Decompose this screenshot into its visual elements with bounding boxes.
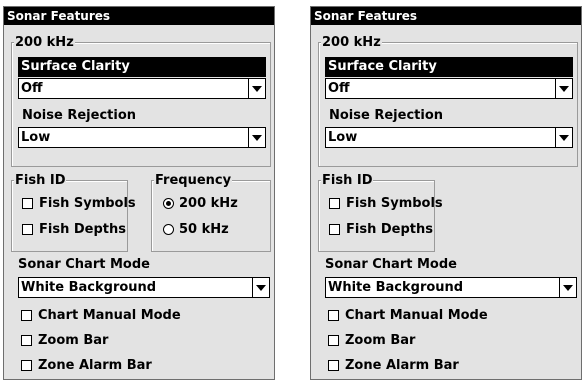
chart-manual-mode-checkbox[interactable]: Chart Manual Mode	[21, 308, 181, 324]
checkbox-icon[interactable]	[22, 198, 33, 209]
freq-200khz-radio[interactable]: 200 kHz	[162, 196, 238, 212]
checkbox-icon[interactable]	[329, 198, 340, 209]
checkbox-icon[interactable]	[22, 224, 33, 235]
fish-symbols-label: Fish Symbols	[39, 196, 136, 211]
noise-rejection-dropdown[interactable]: Low	[18, 127, 266, 148]
fish-symbols-label: Fish Symbols	[346, 196, 443, 211]
fish-depths-checkbox[interactable]: Fish Depths	[22, 222, 126, 238]
surface-clarity-dropdown[interactable]: Off	[325, 78, 573, 99]
checkbox-icon[interactable]	[328, 335, 339, 346]
fish-depths-label: Fish Depths	[346, 222, 433, 237]
sonar-chart-mode-dropdown[interactable]: White Background	[325, 277, 577, 298]
zone-alarm-bar-checkbox[interactable]: Zone Alarm Bar	[21, 358, 152, 374]
group-frequency: Frequency	[151, 173, 271, 252]
freq-200khz-label: 200 kHz	[179, 196, 238, 211]
noise-rejection-value: Low	[21, 130, 51, 145]
sonar-chart-mode-dropdown[interactable]: White Background	[18, 277, 270, 298]
group-200khz-label: 200 kHz	[14, 35, 75, 50]
panel-title: Sonar Features	[4, 7, 274, 25]
zone-alarm-bar-checkbox[interactable]: Zone Alarm Bar	[328, 358, 459, 374]
chevron-down-icon[interactable]	[252, 278, 269, 297]
group-fish-id: Fish ID	[11, 173, 128, 252]
radio-icon[interactable]	[163, 224, 174, 235]
group-200khz-label: 200 kHz	[321, 35, 382, 50]
chart-manual-mode-checkbox[interactable]: Chart Manual Mode	[328, 308, 488, 324]
checkbox-icon[interactable]	[21, 360, 32, 371]
panel-title: Sonar Features	[311, 7, 581, 25]
fish-symbols-checkbox[interactable]: Fish Symbols	[329, 196, 443, 212]
sonar-chart-mode-label: Sonar Chart Mode	[18, 257, 150, 272]
chart-manual-mode-label: Chart Manual Mode	[38, 308, 181, 323]
checkbox-icon[interactable]	[21, 335, 32, 346]
checkbox-icon[interactable]	[329, 224, 340, 235]
fish-id-label: Fish ID	[321, 173, 374, 188]
sonar-chart-mode-value: White Background	[21, 280, 157, 295]
zoom-bar-label: Zoom Bar	[345, 333, 416, 348]
surface-clarity-label: Surface Clarity	[325, 57, 573, 77]
radio-selected-icon[interactable]	[163, 198, 174, 209]
fish-depths-label: Fish Depths	[39, 222, 126, 237]
chart-manual-mode-label: Chart Manual Mode	[345, 308, 488, 323]
group-fish-id: Fish ID	[318, 173, 435, 252]
chevron-down-icon[interactable]	[555, 79, 572, 98]
fish-depths-checkbox[interactable]: Fish Depths	[329, 222, 433, 238]
surface-clarity-dropdown[interactable]: Off	[18, 78, 266, 99]
chevron-down-icon[interactable]	[555, 128, 572, 147]
noise-rejection-label: Noise Rejection	[329, 108, 444, 123]
zoom-bar-checkbox[interactable]: Zoom Bar	[21, 333, 108, 349]
chevron-down-icon[interactable]	[559, 278, 576, 297]
checkbox-icon[interactable]	[328, 310, 339, 321]
zone-alarm-bar-label: Zone Alarm Bar	[345, 358, 459, 373]
fish-id-label: Fish ID	[14, 173, 67, 188]
freq-50khz-label: 50 kHz	[179, 222, 229, 237]
zone-alarm-bar-label: Zone Alarm Bar	[38, 358, 152, 373]
surface-clarity-value: Off	[21, 81, 43, 96]
sonar-chart-mode-value: White Background	[328, 280, 464, 295]
chevron-down-icon[interactable]	[248, 79, 265, 98]
zoom-bar-label: Zoom Bar	[38, 333, 109, 348]
sonar-features-panel-right: Sonar Features 200 kHz Surface Clarity O…	[310, 6, 582, 380]
checkbox-icon[interactable]	[21, 310, 32, 321]
checkbox-icon[interactable]	[328, 360, 339, 371]
sonar-chart-mode-label: Sonar Chart Mode	[325, 257, 457, 272]
freq-50khz-radio[interactable]: 50 kHz	[162, 222, 229, 238]
chevron-down-icon[interactable]	[248, 128, 265, 147]
surface-clarity-value: Off	[328, 81, 350, 96]
noise-rejection-value: Low	[328, 130, 358, 145]
zoom-bar-checkbox[interactable]: Zoom Bar	[328, 333, 415, 349]
noise-rejection-dropdown[interactable]: Low	[325, 127, 573, 148]
surface-clarity-label: Surface Clarity	[18, 57, 266, 77]
noise-rejection-label: Noise Rejection	[22, 108, 137, 123]
sonar-features-panel-left: Sonar Features 200 kHz Surface Clarity O…	[3, 6, 275, 380]
frequency-label: Frequency	[154, 173, 233, 188]
fish-symbols-checkbox[interactable]: Fish Symbols	[22, 196, 136, 212]
